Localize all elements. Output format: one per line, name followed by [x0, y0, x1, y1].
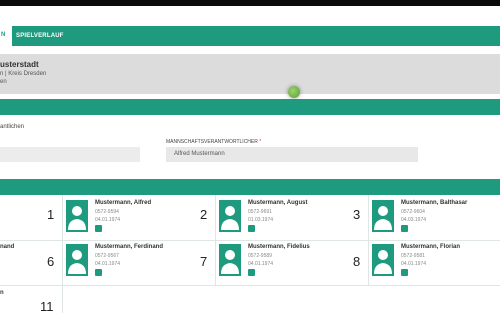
- player-action-icon[interactable]: [401, 269, 408, 276]
- player-action-icon[interactable]: [248, 225, 255, 232]
- player-avatar-icon[interactable]: [372, 244, 394, 276]
- player-name[interactable]: n: [0, 290, 4, 296]
- player-pass-number: 0572-9589: [248, 253, 272, 259]
- player-action-icon[interactable]: [401, 225, 408, 232]
- player-number: 1: [47, 207, 55, 222]
- player-name[interactable]: Mustermann, Alfred: [95, 200, 151, 206]
- player-action-icon[interactable]: [95, 225, 102, 232]
- row-divider: [0, 240, 500, 241]
- column-divider: [215, 195, 216, 285]
- team-title: usterstadt: [0, 60, 39, 69]
- player-avatar-icon[interactable]: [219, 200, 241, 232]
- player-birthdate: 04.01.1974: [95, 217, 121, 223]
- player-avatar-icon[interactable]: [219, 244, 241, 276]
- team-manager-label: MANNSCHAFTSVERANTWORTLICHER *: [166, 139, 261, 145]
- left-field-label: antlichen: [0, 124, 25, 130]
- column-divider: [368, 195, 369, 285]
- player-name[interactable]: Mustermann, Florian: [401, 244, 460, 250]
- player-number: 7: [200, 254, 208, 269]
- tab-active-label: N: [1, 32, 6, 38]
- player-birthdate: 04.01.1974: [401, 261, 427, 267]
- tab-active[interactable]: N: [0, 26, 12, 46]
- player-birthdate: 04.01.1974: [248, 261, 274, 267]
- player-avatar-icon[interactable]: [66, 200, 88, 232]
- player-name[interactable]: Mustermann, August: [248, 200, 307, 206]
- player-birthdate: 01.03.1974: [248, 217, 274, 223]
- player-number: 6: [47, 254, 55, 269]
- player-action-icon[interactable]: [95, 269, 102, 276]
- player-action-icon[interactable]: [248, 269, 255, 276]
- team-manager-input[interactable]: Alfred Mustermann: [166, 147, 418, 162]
- player-pass-number: 0572-9604: [401, 209, 425, 215]
- left-field-input[interactable]: [0, 147, 140, 162]
- player-number: 11: [40, 299, 54, 314]
- player-name[interactable]: Mustermann, Balthasar: [401, 200, 467, 206]
- player-birthdate: 04.01.1974: [95, 261, 121, 267]
- column-divider: [62, 195, 63, 313]
- team-manager-value: Alfred Mustermann: [174, 151, 225, 157]
- player-name[interactable]: Mustermann, Ferdinand: [95, 244, 163, 250]
- tab-bar: [0, 26, 500, 46]
- team-manager-label-text: MANNSCHAFTSVERANTWORTLICHER: [166, 139, 258, 145]
- player-pass-number: 0572-9567: [95, 253, 119, 259]
- player-pass-number: 0572-9691: [248, 209, 272, 215]
- section-header-band: [0, 99, 500, 115]
- player-name[interactable]: nand: [0, 244, 14, 250]
- team-subtitle: n | Kreis Dresden: [0, 71, 47, 77]
- player-birthdate: 04.03.1974: [401, 217, 427, 223]
- tab-spielverlauf[interactable]: SPIELVERLAUF: [16, 33, 64, 39]
- window-top-bar: [0, 0, 500, 6]
- team-subtitle-2: en: [0, 79, 7, 85]
- player-avatar-icon[interactable]: [66, 244, 88, 276]
- players-section-header: [0, 179, 500, 195]
- team-header: [0, 54, 500, 94]
- player-pass-number: 0572-9581: [401, 253, 425, 259]
- player-avatar-icon[interactable]: [372, 200, 394, 232]
- row-divider: [0, 285, 500, 286]
- player-number: 3: [353, 207, 361, 222]
- player-number: 2: [200, 207, 208, 222]
- mouse-cursor-highlight: [288, 86, 300, 98]
- required-marker: *: [259, 139, 262, 145]
- player-number: 8: [353, 254, 361, 269]
- player-name[interactable]: Mustermann, Fidelius: [248, 244, 310, 250]
- player-pass-number: 0572-9594: [95, 209, 119, 215]
